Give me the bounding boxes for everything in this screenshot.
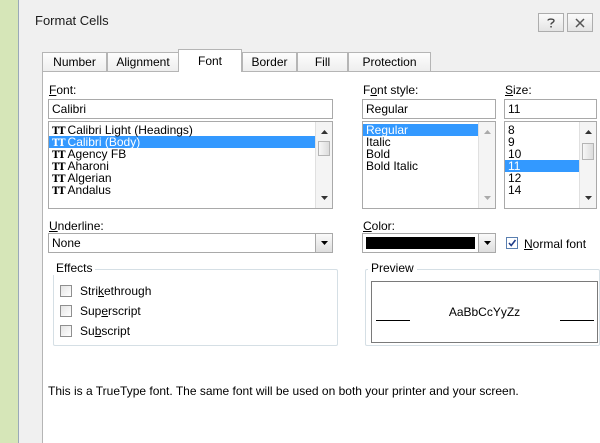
- font-style-list[interactable]: Regular Italic Bold Bold Italic: [362, 121, 496, 209]
- list-item-label: Bold Italic: [366, 159, 419, 173]
- font-tab-panel: Font: Calibri TT Calibri Light (Headings)…: [42, 71, 600, 443]
- effect-label[interactable]: Subscript: [80, 324, 130, 338]
- font-list[interactable]: TT Calibri Light (Headings) TT Calibri (Bod…: [48, 121, 333, 209]
- list-item-label: 14: [508, 183, 522, 197]
- size-label: Size:: [505, 83, 532, 97]
- scroll-down-arrow-icon[interactable]: [580, 190, 596, 206]
- chevron-down-icon[interactable]: [478, 234, 495, 252]
- color-swatch: [366, 237, 475, 249]
- preview-title: Preview: [368, 261, 417, 275]
- color-label: Color:: [363, 219, 396, 233]
- size-list-scroll-thumb[interactable]: [582, 143, 594, 160]
- size-list[interactable]: 8 9 10 11 12 14: [504, 121, 597, 209]
- font-style-label: Font style:: [363, 83, 419, 97]
- scroll-up-arrow-icon[interactable]: [580, 124, 596, 140]
- font-name-input[interactable]: Calibri: [48, 99, 333, 119]
- tab-border[interactable]: Border: [242, 52, 297, 72]
- tab-fill[interactable]: Fill: [297, 52, 348, 72]
- tab-alignment[interactable]: Alignment: [107, 52, 179, 72]
- effect-label[interactable]: Superscript: [80, 304, 141, 318]
- scroll-up-arrow-icon[interactable]: [316, 124, 332, 140]
- effects-title: Effects: [53, 261, 96, 275]
- preview-box: AaBbCcYyZz: [371, 281, 598, 343]
- size-input[interactable]: 11: [504, 99, 597, 119]
- color-picker[interactable]: [362, 233, 496, 253]
- normal-font-checkbox[interactable]: [506, 237, 518, 249]
- scroll-down-arrow-icon[interactable]: [316, 190, 332, 206]
- list-item[interactable]: Bold Italic: [363, 160, 495, 172]
- effect-checkbox[interactable]: [60, 285, 72, 297]
- close-button[interactable]: [567, 13, 593, 32]
- font-list-scrollbar[interactable]: [315, 122, 332, 208]
- font-style-scrollbar[interactable]: [478, 122, 495, 208]
- list-item-label: Andalus: [67, 183, 111, 197]
- help-icon: [547, 17, 555, 27]
- checkmark-icon: [508, 239, 517, 247]
- close-icon: [575, 17, 585, 28]
- scroll-down-arrow-icon[interactable]: [479, 190, 495, 206]
- font-info-text: This is a TrueType font. The same font w…: [48, 384, 519, 398]
- normal-font-label[interactable]: Normal font: [524, 237, 586, 251]
- dialog-title: Format Cells: [35, 13, 109, 28]
- title-bar: Format Cells: [19, 0, 600, 38]
- underline-value: None: [52, 236, 81, 250]
- effect-checkbox[interactable]: [60, 325, 72, 337]
- preview-sample: AaBbCcYyZz: [448, 305, 521, 319]
- chevron-down-icon[interactable]: [315, 234, 332, 252]
- effect-checkbox[interactable]: [60, 305, 72, 317]
- underline-label: Underline:: [49, 219, 104, 233]
- help-button[interactable]: [538, 13, 564, 32]
- font-label: Font:: [49, 83, 77, 97]
- format-cells-dialog: Format Cells Number Alignment Font Borde…: [18, 0, 600, 443]
- underline-select[interactable]: None: [48, 233, 333, 253]
- truetype-icon: TT: [52, 186, 65, 197]
- scroll-up-arrow-icon[interactable]: [479, 124, 495, 140]
- preview-baseline-left: [376, 320, 410, 321]
- preview-baseline-right: [560, 320, 594, 321]
- tab-font[interactable]: Font: [178, 49, 242, 72]
- effect-label[interactable]: Strikethrough: [80, 284, 151, 298]
- tab-number[interactable]: Number: [42, 52, 107, 72]
- font-style-input[interactable]: Regular: [362, 99, 496, 119]
- tab-protection[interactable]: Protection: [348, 52, 431, 72]
- size-list-scrollbar[interactable]: [579, 122, 596, 208]
- list-item[interactable]: TT Andalus: [49, 183, 332, 197]
- font-list-scroll-thumb[interactable]: [318, 141, 330, 156]
